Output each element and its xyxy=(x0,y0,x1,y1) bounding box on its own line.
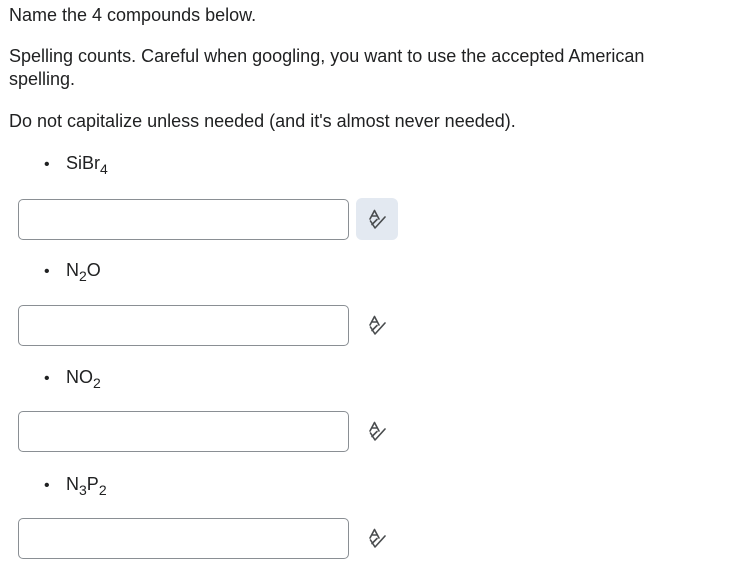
compound-formula: SiBr4 xyxy=(66,152,108,177)
compound-item: • NO2 xyxy=(44,366,101,391)
formula-subscript: 2 xyxy=(98,482,107,498)
spellcheck-icon xyxy=(369,528,386,548)
formula-subscript: 2 xyxy=(79,268,87,284)
spellcheck-icon xyxy=(369,421,386,441)
bullet: • xyxy=(44,477,50,494)
answer-input[interactable] xyxy=(18,199,349,240)
instruction-spelling: Spelling counts. Careful when googling, … xyxy=(9,46,645,89)
formula-subscript: 3 xyxy=(79,482,87,498)
compound-formula: NO2 xyxy=(66,366,101,391)
formula-part: N xyxy=(66,474,79,494)
spellcheck-button[interactable] xyxy=(356,410,398,452)
instruction-capitalization: Do not capitalize unless needed (and it'… xyxy=(9,111,516,131)
compound-item: • N3P2 xyxy=(44,473,107,498)
compound-item: • SiBr4 xyxy=(44,152,108,177)
answer-input[interactable] xyxy=(18,411,349,452)
answer-input[interactable] xyxy=(18,518,349,559)
formula-part: O xyxy=(86,260,101,280)
bullet: • xyxy=(44,263,50,280)
formula-part: NO xyxy=(66,367,93,387)
formula-part: SiBr xyxy=(66,153,101,173)
spellcheck-icon xyxy=(369,209,386,229)
formula-part: N xyxy=(66,260,79,280)
spellcheck-icon xyxy=(369,315,386,335)
formula-part: P xyxy=(86,474,99,494)
formula-subscript: 4 xyxy=(100,161,108,177)
spellcheck-button[interactable] xyxy=(356,198,398,240)
instruction-title: Name the 4 compounds below. xyxy=(9,5,257,25)
spellcheck-button[interactable] xyxy=(356,304,398,346)
bullet: • xyxy=(44,156,50,173)
answer-input[interactable] xyxy=(18,305,349,346)
spellcheck-button[interactable] xyxy=(356,517,398,559)
compound-formula: N2O xyxy=(66,259,101,284)
compound-item: • N2O xyxy=(44,259,101,284)
compound-formula: N3P2 xyxy=(66,473,107,498)
bullet: • xyxy=(44,370,50,387)
formula-subscript: 2 xyxy=(93,375,101,391)
